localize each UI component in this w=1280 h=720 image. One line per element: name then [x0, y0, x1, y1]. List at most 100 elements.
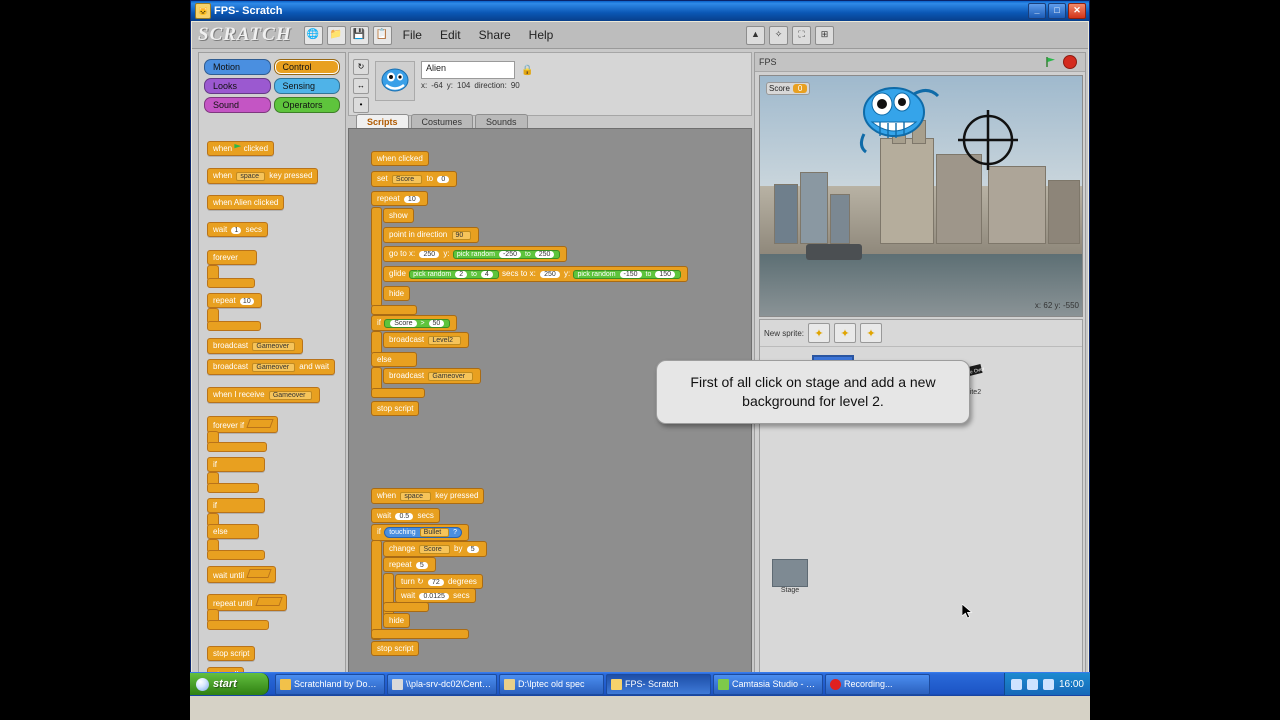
maximize-button[interactable]: □	[1048, 3, 1066, 19]
variable-dropdown[interactable]: Score	[391, 175, 423, 184]
lock-icon[interactable]: 🔒	[521, 65, 533, 76]
script1-when-flag-clicked[interactable]: when clicked	[371, 151, 429, 166]
rotate-free-icon[interactable]: ↻	[353, 59, 369, 75]
script2-repeat[interactable]: repeat 5	[383, 557, 436, 572]
script1-set-score[interactable]: set Score to 0	[371, 171, 458, 187]
palette-block-stop-script[interactable]: stop script	[207, 646, 256, 661]
script2-turn-degrees[interactable]: turn ↻ 72 degrees	[395, 574, 483, 589]
palette-block-when-key-pressed[interactable]: when space key pressed	[207, 168, 319, 184]
category-looks[interactable]: Looks	[204, 78, 271, 94]
broadcast-dropdown[interactable]: Level2	[428, 336, 462, 345]
random-to[interactable]: 150	[655, 271, 675, 278]
script1-else[interactable]: else	[371, 352, 417, 367]
minimize-button[interactable]: _	[1028, 3, 1046, 19]
script1-repeat[interactable]: repeat 10	[371, 191, 428, 206]
broadcast-wait-dropdown[interactable]: Gameover	[252, 363, 296, 372]
green-flag-icon[interactable]	[1045, 56, 1057, 68]
stage-view[interactable]: Score 0	[759, 75, 1083, 317]
script2-stop-script[interactable]: stop script	[371, 641, 420, 656]
x-input[interactable]: 250	[419, 251, 440, 258]
key-dropdown[interactable]: space	[236, 172, 266, 181]
grow-icon[interactable]: ⛶	[792, 25, 811, 45]
script1-glide[interactable]: glide pick random 2 to 4 secs to x: 250 …	[383, 266, 688, 282]
menu-edit[interactable]: Edit	[431, 26, 470, 44]
boolean-slot[interactable]	[246, 419, 274, 428]
random-to[interactable]: 250	[534, 251, 555, 258]
direction-dropdown[interactable]: 90	[451, 231, 472, 240]
random-to[interactable]: 4	[480, 271, 493, 278]
script1-hide[interactable]: hide	[383, 286, 411, 301]
stop-sign-icon[interactable]	[1063, 55, 1077, 69]
script1-point-in-direction[interactable]: point in direction 90	[383, 227, 480, 243]
palette-block-repeat-until[interactable]: repeat until	[207, 594, 287, 611]
boolean-slot[interactable]	[246, 569, 272, 578]
tab-costumes[interactable]: Costumes	[410, 114, 474, 129]
copy-icon[interactable]: 📋	[372, 25, 392, 45]
script1-go-to-xy[interactable]: go to x: 250 y: pick random -250 to 250	[383, 246, 568, 262]
variable-dropdown[interactable]: Score	[419, 545, 450, 554]
pointer-icon[interactable]: ▲	[746, 25, 765, 45]
palette-block-broadcast-and-wait[interactable]: broadcast Gameover and wait	[207, 359, 336, 375]
palette-block-when-sprite-clicked[interactable]: when Alien clicked	[207, 195, 285, 210]
script1-broadcast-level2[interactable]: broadcast Level2	[383, 332, 470, 348]
wait-input[interactable]: 1	[231, 227, 242, 234]
greater-than-operator[interactable]: Score > 50	[384, 319, 451, 328]
pick-random-operator[interactable]: pick random -250 to 250	[452, 250, 561, 259]
palette-block-broadcast[interactable]: broadcast Gameover	[207, 338, 304, 354]
new-sprite-file-icon[interactable]: ✦	[834, 323, 857, 343]
globe-icon[interactable]: 🌐	[303, 25, 323, 45]
broadcast-dropdown[interactable]: Gameover	[428, 372, 474, 381]
script2-if-touching[interactable]: if touching Bullet ?	[371, 524, 470, 541]
script2-wait[interactable]: wait 0.5 secs	[371, 508, 440, 523]
repeat-input[interactable]: 10	[239, 298, 254, 305]
menu-help[interactable]: Help	[520, 26, 563, 44]
category-sensing[interactable]: Sensing	[273, 78, 340, 94]
change-amount-input[interactable]: 5	[466, 546, 479, 553]
script2-hide[interactable]: hide	[383, 613, 411, 628]
wait-input[interactable]: 0.5	[395, 513, 414, 520]
save-icon[interactable]: 💾	[349, 25, 369, 45]
pick-random-operator[interactable]: pick random 2 to 4	[409, 270, 499, 279]
random-from[interactable]: 2	[455, 271, 468, 278]
repeat-count-input[interactable]: 5	[415, 562, 428, 569]
presentation-icon[interactable]: ⊞	[815, 25, 834, 45]
category-motion[interactable]: Motion	[204, 59, 271, 75]
palette-block-when-flag-clicked[interactable]: when clicked	[207, 141, 275, 156]
start-button[interactable]: start	[190, 673, 269, 695]
script1-stop-script[interactable]: stop script	[371, 401, 420, 416]
op-value[interactable]: 50	[428, 320, 445, 327]
script1-if[interactable]: if Score > 50	[371, 315, 458, 331]
palette-block-if-else[interactable]: if	[207, 498, 265, 513]
receive-dropdown[interactable]: Gameover	[268, 391, 312, 400]
close-button[interactable]: ✕	[1068, 3, 1086, 19]
category-control[interactable]: Control	[273, 59, 340, 75]
taskbar-item-network-share[interactable]: \\pla-srv-dc02\Centr...	[387, 673, 497, 695]
volume-icon[interactable]	[1010, 678, 1022, 690]
folder-icon[interactable]: 📁	[326, 25, 346, 45]
rotate-none-icon[interactable]: •	[353, 97, 369, 113]
palette-block-wait-secs[interactable]: wait 1 secs	[207, 222, 269, 237]
palette-block-else[interactable]: else	[207, 524, 259, 539]
menu-file[interactable]: File	[394, 26, 431, 44]
turn-input[interactable]: 72	[427, 579, 444, 586]
boolean-slot[interactable]	[255, 597, 283, 606]
score-reporter[interactable]: Score	[390, 320, 417, 327]
random-from[interactable]: -150	[619, 271, 642, 278]
category-sound[interactable]: Sound	[204, 97, 271, 113]
broadcast-dropdown[interactable]: Gameover	[252, 342, 296, 351]
palette-block-when-i-receive[interactable]: when I receive Gameover	[207, 387, 320, 403]
stage-cell[interactable]: Stage	[768, 559, 812, 594]
new-sprite-paint-icon[interactable]: ✦	[808, 323, 831, 343]
touching-sensing-block[interactable]: touching Bullet ?	[384, 527, 463, 538]
glide-x-input[interactable]: 250	[540, 271, 560, 278]
script1-show[interactable]: show	[383, 208, 414, 223]
value-input[interactable]: 0	[437, 176, 450, 183]
taskbar-item-scratchland[interactable]: Scratchland by Don C...	[275, 673, 385, 695]
tab-scripts[interactable]: Scripts	[356, 114, 409, 129]
wand-icon[interactable]: ✧	[769, 25, 788, 45]
touching-target-dropdown[interactable]: Bullet	[419, 528, 450, 537]
palette-block-wait-until[interactable]: wait until	[207, 566, 277, 583]
taskbar-item-dspec[interactable]: D:\lptec old spec	[499, 673, 604, 695]
category-operators[interactable]: Operators	[273, 97, 340, 113]
taskbar-item-fps-scratch[interactable]: FPS- Scratch	[606, 673, 711, 695]
